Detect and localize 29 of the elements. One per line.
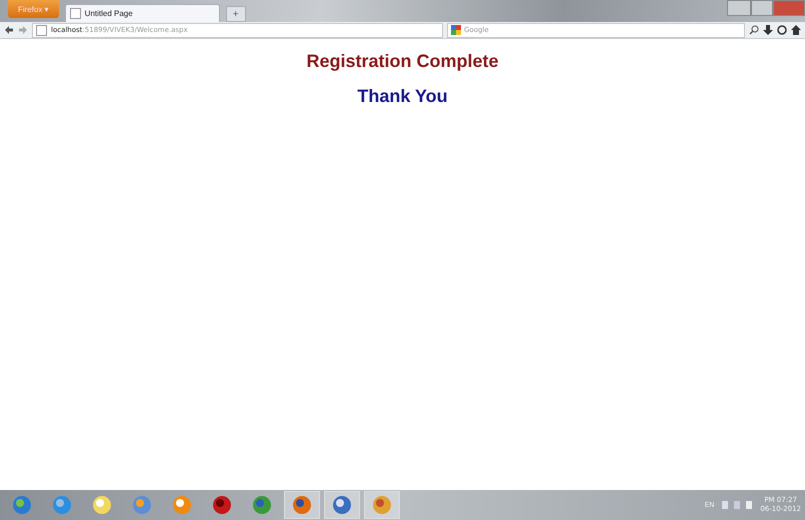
app-icon	[92, 495, 112, 515]
maximize-button[interactable]	[751, 0, 773, 16]
page-heading: Registration Complete	[306, 51, 499, 72]
app-icon	[172, 495, 192, 515]
page-icon	[70, 8, 81, 19]
app-icon	[132, 495, 152, 515]
browser-menu-button[interactable]: Firefox ▾	[8, 0, 59, 18]
app-icon	[372, 495, 392, 515]
browser-tab[interactable]: Untitled Page	[64, 4, 220, 22]
search-icon[interactable]	[749, 25, 759, 35]
download-icon[interactable]	[763, 25, 773, 35]
app-icon	[252, 495, 272, 515]
minimize-button[interactable]	[727, 0, 751, 16]
forward-icon[interactable]	[18, 25, 28, 35]
taskbar-button[interactable]	[324, 491, 360, 519]
app-icon	[52, 495, 72, 515]
taskbar-button[interactable]	[364, 491, 400, 519]
home-icon[interactable]	[791, 25, 801, 35]
page-subheading: Thank You	[357, 86, 448, 107]
app-icon	[12, 495, 32, 515]
tray-icons-drawing	[722, 501, 752, 509]
taskbar-button[interactable]	[284, 491, 320, 519]
search-engine-icon	[451, 25, 461, 35]
page-icon	[36, 24, 47, 36]
new-tab-button[interactable]: +	[226, 6, 246, 22]
app-icon	[292, 495, 312, 515]
app-icon	[332, 495, 352, 515]
back-icon[interactable]	[4, 25, 14, 35]
app-icon	[212, 495, 232, 515]
